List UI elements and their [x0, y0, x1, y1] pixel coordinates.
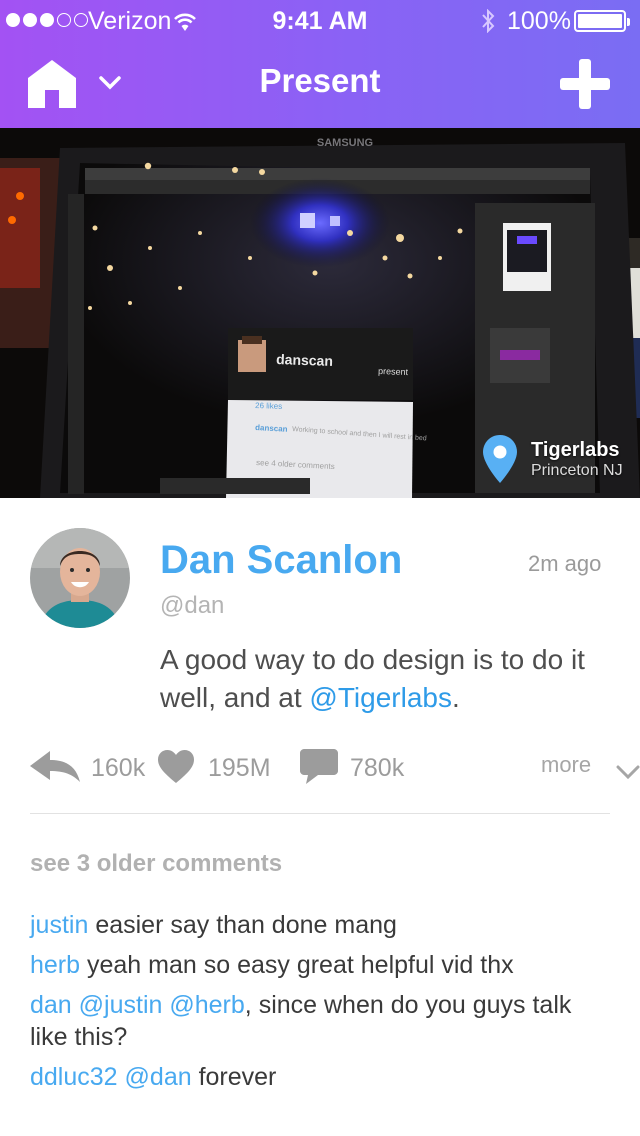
post-timestamp: 2m ago — [528, 551, 602, 576]
post-text: A good way to do design is to do it well… — [160, 641, 610, 717]
photo-overlay-username: danscan — [276, 351, 333, 369]
see-older-comments-link[interactable]: see 3 older comments — [30, 850, 282, 878]
comment-item: herb yeah man so easy great helpful vid … — [30, 949, 610, 981]
location-name[interactable]: Tigerlabs — [531, 439, 620, 462]
status-bar: Verizon 9:41 AM 100% — [0, 0, 640, 40]
divider — [30, 813, 610, 814]
avatar[interactable] — [30, 528, 130, 628]
samsung-logo-text: SAMSUNG — [317, 137, 373, 149]
comment-username[interactable]: dan — [30, 991, 72, 1019]
comment-mention[interactable]: @herb — [169, 991, 244, 1019]
comment-bubble-icon — [300, 749, 338, 784]
like-button[interactable] — [158, 750, 194, 790]
comment-count: 780k — [350, 754, 405, 782]
comment-item: justin easier say than done mang — [30, 909, 610, 941]
photo-overlay-comment-user: danscan — [255, 423, 288, 434]
post-actions: 160k 195M 780k more — [30, 748, 640, 791]
heart-icon — [158, 750, 194, 783]
comment-username[interactable]: ddluc32 — [30, 1063, 118, 1091]
comment-text: easier say than done mang — [88, 911, 397, 939]
comment-mention[interactable]: @dan — [125, 1063, 192, 1091]
plus-icon — [560, 59, 610, 109]
location-pin-icon[interactable] — [483, 435, 517, 488]
reply-arrow-icon — [30, 751, 80, 782]
photo-overlay-present: present — [378, 366, 409, 377]
bluetooth-icon — [480, 8, 496, 40]
comment-text: forever — [191, 1063, 277, 1091]
author-name[interactable]: Dan Scanlon — [160, 538, 402, 583]
top-header: Verizon 9:41 AM 100% Present — [0, 0, 640, 128]
like-count: 195M — [208, 754, 271, 782]
comment-item: dan @justin @herb, since when do you guy… — [30, 989, 610, 1053]
comment-username[interactable]: justin — [30, 911, 88, 939]
battery-icon — [574, 10, 630, 32]
battery-percent: 100% — [507, 7, 571, 35]
repost-count: 160k — [91, 754, 146, 782]
author-avatar-image — [30, 528, 130, 628]
comment-button[interactable] — [300, 749, 338, 792]
photo-overlay-likes: 26 likes — [255, 401, 282, 411]
post-text-end: . — [451, 682, 460, 713]
repost-button[interactable] — [30, 748, 80, 791]
comment-mention[interactable]: @justin — [79, 991, 163, 1019]
more-button[interactable]: more — [541, 752, 591, 778]
page-title: Present — [259, 62, 381, 99]
chevron-down-icon[interactable] — [616, 758, 640, 787]
author-handle[interactable]: @dan — [160, 592, 224, 620]
post-mention-link[interactable]: @Tigerlabs — [309, 682, 452, 713]
comment-username[interactable]: herb — [30, 951, 80, 979]
comment-text: yeah man so easy great helpful vid thx — [80, 951, 514, 979]
comment-item: ddluc32 @dan forever — [30, 1061, 610, 1093]
add-post-button[interactable] — [560, 59, 610, 114]
location-city: Princeton NJ — [531, 462, 623, 479]
comment-list: justin easier say than done mang herb ye… — [30, 909, 610, 1101]
